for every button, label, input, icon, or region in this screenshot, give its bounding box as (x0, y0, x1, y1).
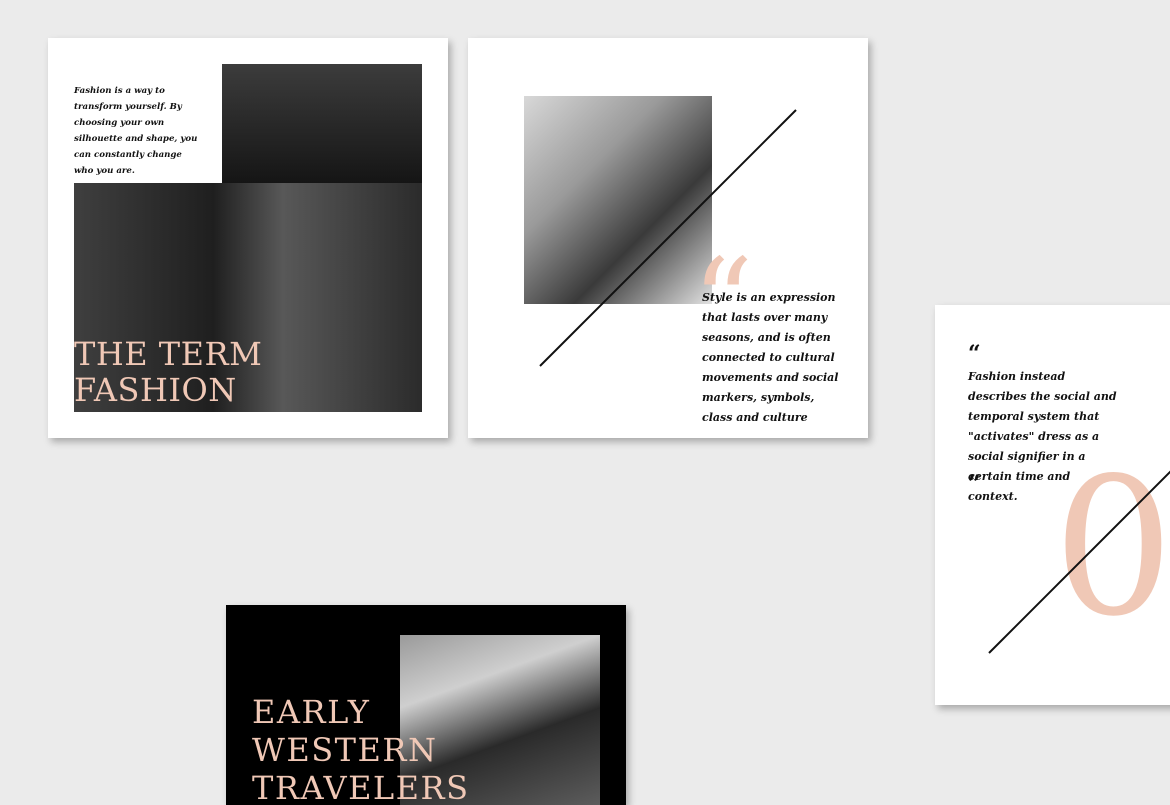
quote-text: Style is an expression that lasts over m… (702, 291, 839, 424)
title-line-3: TRAVELERS (252, 769, 470, 805)
slide-card-fashion-quote[interactable]: “ Fashion instead describes the social a… (935, 305, 1170, 705)
diagonal-line (988, 470, 1170, 654)
slide-title: EARLY WESTERN TRAVELERS (252, 693, 472, 805)
title-line-2: FASHION (74, 371, 237, 409)
woman-portrait-photo (222, 64, 422, 186)
intro-text: Fashion is a way to transform yourself. … (74, 86, 198, 176)
slide-title: THE TERM FASHION (74, 336, 294, 408)
slide-card-early-western-travelers[interactable]: EARLY WESTERN TRAVELERS (226, 605, 626, 805)
slide-card-style-quote[interactable]: “ Style is an expression that lasts over… (468, 38, 868, 438)
slide-card-the-term-fashion[interactable]: Fashion is a way to transform yourself. … (48, 38, 448, 438)
title-line-1: THE TERM (74, 335, 263, 373)
title-line-1: EARLY (252, 693, 371, 731)
title-line-2: WESTERN (252, 731, 438, 769)
